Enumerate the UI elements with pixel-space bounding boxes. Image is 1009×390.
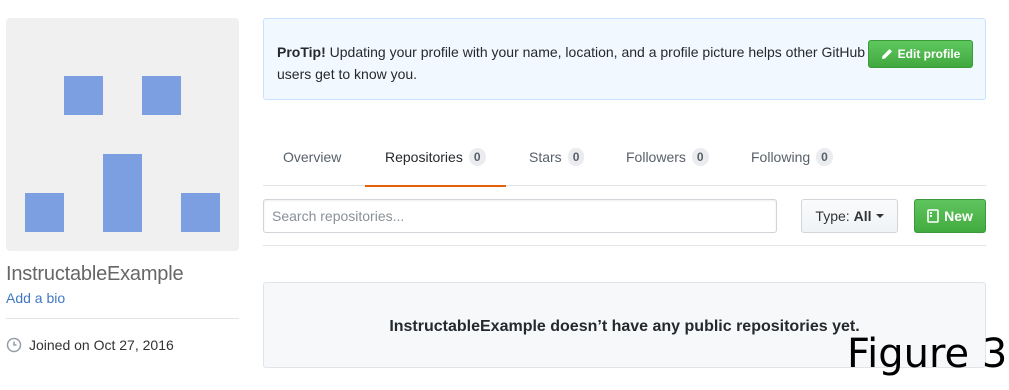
type-filter-label: Type: xyxy=(815,208,850,224)
profile-tabs: Overview Repositories 0 Stars 0 Follower… xyxy=(263,128,986,187)
divider xyxy=(263,245,986,246)
tab-label: Followers xyxy=(626,149,686,165)
repo-icon xyxy=(927,209,939,223)
tab-count: 0 xyxy=(567,148,585,166)
tab-label: Following xyxy=(751,149,811,165)
clock-icon xyxy=(6,337,22,353)
tab-overview[interactable]: Overview xyxy=(283,128,341,186)
search-box xyxy=(263,199,777,233)
new-repository-button[interactable]: New xyxy=(914,199,986,233)
tab-count: 0 xyxy=(468,148,486,166)
protip-label: ProTip! xyxy=(277,44,326,60)
tab-count: 0 xyxy=(691,148,709,166)
pencil-icon xyxy=(881,49,892,59)
edit-profile-label: Edit profile xyxy=(897,47,961,61)
edit-profile-button[interactable]: Edit profile xyxy=(868,40,973,68)
type-filter-button[interactable]: Type: All xyxy=(801,199,898,233)
protip-message: Updating your profile with your name, lo… xyxy=(277,44,866,82)
protip-text: ProTip! Updating your profile with your … xyxy=(277,41,867,85)
divider xyxy=(6,318,239,319)
new-button-label: New xyxy=(944,208,973,224)
figure-label: Figure 3 xyxy=(847,331,1008,377)
tab-stars[interactable]: Stars 0 xyxy=(529,128,585,186)
tab-label: Repositories xyxy=(385,149,463,165)
tab-label: Stars xyxy=(529,149,562,165)
tab-count: 0 xyxy=(816,148,833,166)
search-input[interactable] xyxy=(264,200,776,232)
protip-banner: ProTip! Updating your profile with your … xyxy=(263,18,986,100)
tab-label: Overview xyxy=(283,149,342,165)
tab-following[interactable]: Following 0 xyxy=(751,128,833,186)
type-filter-value: All xyxy=(853,208,872,224)
add-bio-link[interactable]: Add a bio xyxy=(6,290,65,306)
avatar[interactable] xyxy=(6,18,239,251)
tab-followers[interactable]: Followers 0 xyxy=(626,128,709,186)
tab-repositories[interactable]: Repositories 0 xyxy=(365,128,505,187)
avatar-block xyxy=(142,76,181,115)
caret-down-icon xyxy=(875,214,884,218)
avatar-block xyxy=(103,154,142,232)
avatar-block xyxy=(181,193,220,232)
profile-username: InstructableExample xyxy=(6,263,184,285)
joined-text: Joined on Oct 27, 2016 xyxy=(29,337,174,353)
avatar-block xyxy=(25,193,64,232)
avatar-block xyxy=(64,76,103,115)
joined-date: Joined on Oct 27, 2016 xyxy=(6,337,174,353)
